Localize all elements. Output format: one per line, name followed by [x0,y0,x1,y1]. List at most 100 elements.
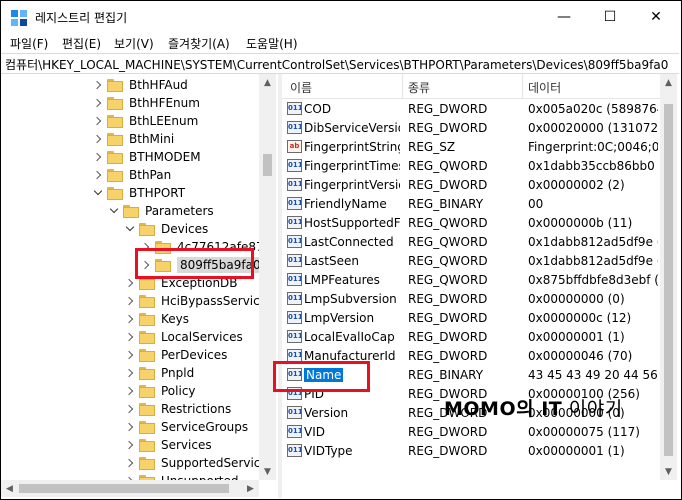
tree-item-label[interactable]: SupportedServices [161,456,259,470]
chevron-down-icon[interactable] [125,220,135,238]
value-row[interactable]: 011 LastConnected REG_QWORD 0x1dabb812ad5df… [282,233,660,252]
value-name[interactable]: COD [304,102,331,116]
chevron-right-icon[interactable] [93,94,103,112]
scroll-up-arrow-icon[interactable]: ▲ [660,74,677,91]
tree-item[interactable]: ServiceGroups [125,418,248,436]
value-row[interactable]: 011 VIDType REG_DWORD 0x00000001 (1) [282,442,660,461]
scroll-up-arrow-icon[interactable]: ▲ [259,74,276,91]
chevron-down-icon[interactable] [109,202,119,220]
chevron-right-icon[interactable] [93,112,103,130]
tree-vertical-scrollbar[interactable]: ▲ ▼ [259,74,276,480]
tree-item[interactable]: BthPan [93,166,171,184]
tree-hscroll-thumb[interactable] [19,484,229,493]
value-row[interactable]: 011 COD REG_DWORD 0x005a020c (5898764) [282,100,660,119]
tree-item[interactable]: BthLEEnum [93,112,198,130]
value-name[interactable]: DibServiceVersion [304,121,400,135]
tree-item[interactable]: Unsupported [125,472,238,480]
tree-item-label[interactable]: Policy [161,384,196,398]
tree-item-label[interactable]: Devices [161,222,208,236]
chevron-right-icon[interactable] [125,454,135,472]
tree-item[interactable]: Keys [125,310,189,328]
tree-item-label[interactable]: BthHFAud [129,78,188,92]
tree-item[interactable]: Pnpld [125,364,194,382]
value-row[interactable]: 011FingerprintTimestamp REG_QWORD 0x1dabb3… [282,157,660,176]
value-name[interactable]: FingerprintString [304,140,400,154]
value-row[interactable]: ab FingerprintString REG_SZ Fingerprint:0C;… [282,138,660,157]
chevron-right-icon[interactable] [125,292,135,310]
minimize-button[interactable]: — [541,1,587,33]
tree-item-label[interactable]: Restrictions [161,402,231,416]
tree-item-label[interactable]: LocalServices [161,330,243,344]
tree-item-label[interactable]: Keys [161,312,189,326]
value-name[interactable]: VID [304,425,325,439]
tree-item[interactable]: Parameters [109,202,214,220]
tree-item[interactable]: Services [125,436,212,454]
tree-item[interactable]: BTHPORT [93,184,185,202]
menu-help[interactable]: 도움말(H) [246,35,298,52]
chevron-right-icon[interactable] [93,130,103,148]
address-path[interactable]: 컴퓨터\HKEY_LOCAL_MACHINE\SYSTEM\CurrentCon… [5,56,668,73]
column-header-type[interactable]: 종류 [408,79,430,96]
menu-file[interactable]: 파일(F) [10,35,48,52]
value-name[interactable]: Version [304,406,348,420]
chevron-right-icon[interactable] [125,328,135,346]
menu-edit[interactable]: 편집(E) [62,35,101,52]
value-name[interactable]: FingerprintTimestamp [304,159,400,173]
tree-item-label[interactable]: BthLEEnum [129,114,198,128]
chevron-right-icon[interactable] [93,166,103,184]
tree-item[interactable]: Restrictions [125,400,231,418]
scroll-right-arrow-icon[interactable]: ▶ [242,480,259,497]
tree-item-label[interactable]: PerDevices [161,348,227,362]
tree-item[interactable]: BTHMODEM [93,148,201,166]
value-row[interactable]: 011 FriendlyName REG_BINARY 00 [282,195,660,214]
value-row[interactable]: 011FingerprintVersion REG_DWORD 0x00000002… [282,176,660,195]
value-name[interactable]: LastConnected [304,235,394,249]
menu-favorites[interactable]: 즐겨찾기(A) [168,35,230,52]
tree-item[interactable]: Devices [125,220,208,238]
tree-item[interactable]: SupportedServices [125,454,259,472]
close-button[interactable]: ✕ [633,1,679,33]
chevron-right-icon[interactable] [125,346,135,364]
tree-horizontal-scrollbar[interactable]: ◀ ▶ [1,480,259,497]
value-name[interactable]: FriendlyName [304,197,387,211]
tree-item-label[interactable]: HciBypassServices [161,294,259,308]
chevron-right-icon[interactable] [125,310,135,328]
tree-item-label[interactable]: Services [161,438,212,452]
chevron-down-icon[interactable] [93,184,103,202]
tree-item[interactable]: HciBypassServices [125,292,259,310]
value-name[interactable]: LastSeen [304,254,359,268]
tree-item-label[interactable]: BthMini [129,132,174,146]
tree-item-label[interactable]: BTHPORT [129,186,185,200]
column-divider[interactable] [402,74,403,98]
scroll-left-arrow-icon[interactable]: ◀ [1,480,18,497]
chevron-right-icon[interactable] [125,364,135,382]
scroll-down-arrow-icon[interactable]: ▼ [259,463,276,480]
chevron-right-icon[interactable] [125,400,135,418]
tree-item-label[interactable]: BthPan [129,168,171,182]
chevron-right-icon[interactable] [93,148,103,166]
tree-item-label[interactable]: Pnpld [161,366,194,380]
value-row[interactable]: 011 VID REG_DWORD 0x00000075 (117) [282,423,660,442]
tree-item[interactable]: BthHFAud [93,76,188,94]
value-row[interactable]: 011 LmpVersion REG_DWORD 0x0000000c (12) [282,309,660,328]
chevron-right-icon[interactable] [125,436,135,454]
value-name[interactable]: LocalEvalIoCap [304,330,395,344]
tree-item[interactable]: Policy [125,382,196,400]
tree-item[interactable]: BthMini [93,130,174,148]
value-row[interactable]: 011 LocalEvalIoCap REG_DWORD 0x00000001 (1) [282,328,660,347]
column-divider[interactable] [522,74,523,98]
tree-item[interactable]: BthHFEnum [93,94,200,112]
chevron-right-icon[interactable] [125,472,135,480]
chevron-right-icon[interactable] [125,382,135,400]
value-row[interactable]: 011DibServiceVersion REG_DWORD 0x00020000 … [282,119,660,138]
address-bar[interactable]: 컴퓨터\HKEY_LOCAL_MACHINE\SYSTEM\CurrentCon… [1,53,679,74]
list-vertical-scrollbar[interactable]: ▲ ▼ [660,74,677,480]
menu-view[interactable]: 보기(V) [114,35,154,52]
scroll-down-arrow-icon[interactable]: ▼ [660,463,677,480]
tree-item-label[interactable]: BthHFEnum [129,96,200,110]
tree-item-label[interactable]: Parameters [145,204,214,218]
tree-item-label[interactable]: BTHMODEM [129,150,201,164]
value-name[interactable]: LmpVersion [304,311,374,325]
value-name[interactable]: HostSupportedFeatures [304,216,400,230]
tree-item[interactable]: PerDevices [125,346,227,364]
